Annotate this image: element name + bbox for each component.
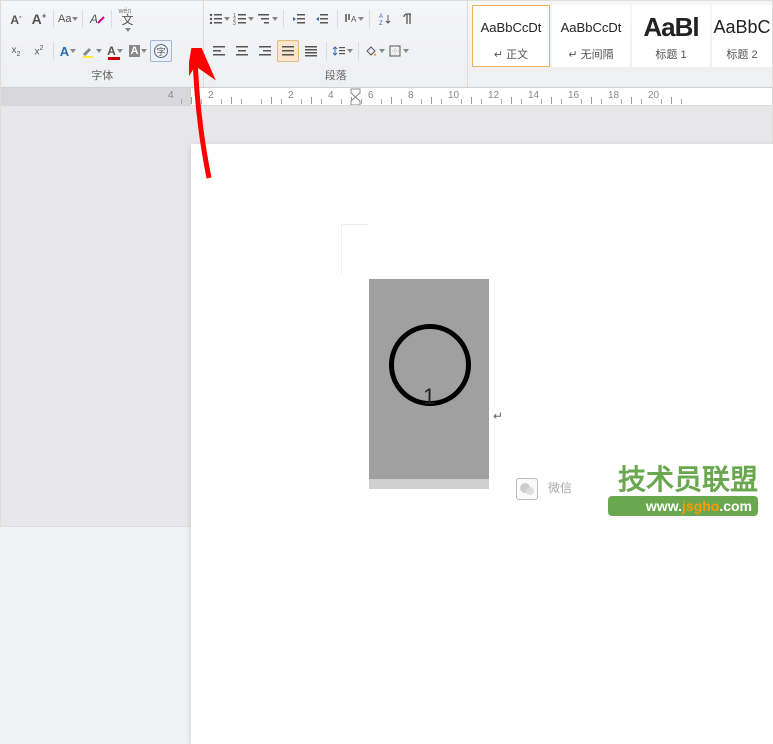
svg-text:A: A [351,15,357,24]
document-page[interactable]: 1 ↵ [191,144,773,744]
highlighter-icon [81,44,95,58]
clear-format-button[interactable]: A [86,8,108,30]
pilcrow-icon [401,12,415,26]
wechat-icon [516,478,538,500]
font-grow-button[interactable]: A+ [28,8,50,30]
ruler-number: 10 [448,90,459,101]
ruler-number: 2 [288,90,294,101]
style-nospacing[interactable]: AaBbCcDt ↵ 无间隔 [552,5,630,67]
svg-text:A: A [379,14,383,20]
justify-icon [281,44,295,58]
align-left-icon [212,44,226,58]
font-group-label: 字体 [1,69,203,87]
horizontal-ruler[interactable]: 4 2 2 4 6 8 10 12 14 16 18 20 [1,88,772,106]
superscript-button[interactable]: x2 [28,40,50,62]
align-right-button[interactable] [254,40,276,62]
paragraph-end-marker: ↵ [493,409,503,423]
borders-icon [388,44,402,58]
wechat-label: 微信 [548,479,572,496]
line-spacing-button[interactable] [331,40,354,62]
increase-indent-button[interactable] [311,8,333,30]
font-color-button[interactable]: A [104,40,126,62]
character-border-button[interactable]: 字 [150,40,172,62]
watermark-url: www.jsgho.com [646,498,752,514]
ruler-number: 12 [488,90,499,101]
indent-icon [315,12,329,26]
group-font: A- A+ Aa A wén 文 x2 x2 A [1,1,204,87]
borders-button[interactable] [387,40,410,62]
page-number-text: 1 [423,384,435,410]
ruler-number: 14 [528,90,539,101]
show-marks-button[interactable] [397,8,419,30]
style-heading1[interactable]: AaBl 标题 1 [632,5,710,67]
ruler-number: 6 [368,90,374,101]
distribute-button[interactable] [300,40,322,62]
justify-button[interactable] [277,40,299,62]
decrease-indent-button[interactable] [288,8,310,30]
svg-text:Z: Z [379,21,383,26]
ruler-number: 20 [648,90,659,101]
numbering-icon: 123 [233,12,247,26]
shape-shadow [369,479,489,489]
text-dir-icon: A [343,12,357,26]
phonetic-guide-button[interactable]: wén 文 [115,8,139,30]
bullets-button[interactable] [208,8,231,30]
paragraph-group-label: 段落 [204,69,467,87]
bullets-icon [209,12,223,26]
workspace: 4 2 2 4 6 8 10 12 14 16 18 20 1 ↵ 微信 技术员联盟 www.jsgh… [1,88,772,526]
paragraph-row-2 [208,40,463,62]
bucket-icon [364,44,378,58]
ruler-number: 4 [168,90,174,101]
sort-button[interactable]: AZ [374,8,396,30]
subscript-button[interactable]: x2 [5,40,27,62]
ruler-number: 16 [568,90,579,101]
numbering-button[interactable]: 123 [232,8,255,30]
highlight-button[interactable] [80,40,103,62]
distribute-icon [304,44,318,58]
text-effects-button[interactable]: A [57,40,79,62]
ribbon: A- A+ Aa A wén 文 x2 x2 A [1,1,772,88]
align-left-button[interactable] [208,40,230,62]
font-row-2: x2 x2 A A A 字 [5,40,199,62]
align-center-button[interactable] [231,40,253,62]
align-center-icon [235,44,249,58]
group-styles: AaBbCcDt ↵ 正文 AaBbCcDt ↵ 无间隔 AaBl 标题 1 A… [468,1,772,87]
change-case-button[interactable]: Aa [57,8,79,30]
font-row-1: A- A+ Aa A wén 文 [5,8,199,30]
watermark-brand: 技术员联盟 [618,458,758,498]
svg-text:3: 3 [233,21,236,26]
sort-icon: AZ [378,12,392,26]
ruler-number: 4 [328,90,334,101]
paragraph-row-1: 123 A AZ [208,8,463,30]
eraser-a-icon: A [89,11,105,27]
outdent-icon [292,12,306,26]
ruler-number: 2 [208,90,214,101]
line-spacing-icon [332,44,346,58]
margin-guide [341,224,369,274]
shading-button[interactable] [363,40,386,62]
align-right-icon [258,44,272,58]
group-paragraph: 123 A AZ [204,1,468,87]
ruler-number: 8 [408,90,414,101]
style-normal[interactable]: AaBbCcDt ↵ 正文 [472,5,550,67]
indent-marker[interactable] [350,88,361,106]
ruler-number: 18 [608,90,619,101]
font-shrink-button[interactable]: A- [5,8,27,30]
shading-font-button[interactable]: A [127,40,149,62]
multilevel-icon [257,12,271,26]
multilevel-list-button[interactable] [256,8,279,30]
svg-text:A: A [89,12,98,26]
text-direction-button[interactable]: A [342,8,365,30]
style-heading2[interactable]: AaBbC 标题 2 [712,5,772,67]
